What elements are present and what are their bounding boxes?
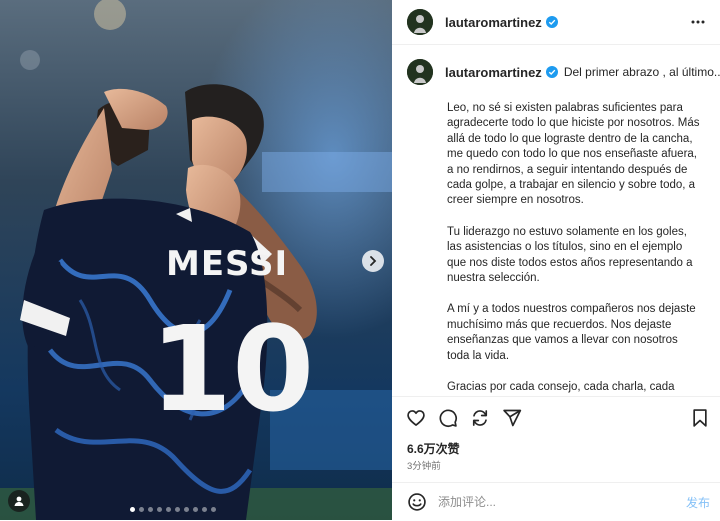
post-comment-button[interactable]: 发布 (686, 494, 710, 511)
verified-badge-icon (545, 16, 558, 28)
chevron-right-icon (370, 256, 377, 266)
carousel-dot[interactable] (166, 507, 171, 512)
carousel-dot[interactable] (184, 507, 189, 512)
comment-bar: 发布 (392, 482, 720, 521)
comment-icon (439, 409, 458, 428)
carousel-indicator (130, 507, 216, 512)
caption-paragraph: Tu liderazgo no estuvo solamente en los … (447, 225, 693, 285)
user-tag-icon (14, 496, 24, 506)
carousel-dot[interactable] (193, 507, 198, 512)
avatar-image (407, 59, 433, 85)
carousel-dot[interactable] (148, 507, 153, 512)
like-count[interactable]: 6.6万次赞 (407, 440, 460, 457)
caption-avatar[interactable] (407, 59, 433, 85)
carousel-dot[interactable] (211, 507, 216, 512)
caption-scroll-area[interactable]: lautaromartinez Del primer abrazo , al ú… (392, 44, 720, 396)
bookmark-icon (693, 409, 707, 427)
jersey-name: MESSI (166, 244, 288, 284)
carousel-dot[interactable] (139, 507, 144, 512)
comment-button[interactable] (438, 408, 458, 428)
carousel-dot[interactable] (202, 507, 207, 512)
carousel-dot[interactable] (130, 507, 135, 512)
emoji-button[interactable] (407, 492, 427, 512)
tagged-users-button[interactable] (8, 490, 30, 512)
caption-header: lautaromartinez Del primer abrazo , al ú… (392, 44, 720, 85)
post-time[interactable]: 3分钟前 (407, 458, 441, 472)
avatar-image (407, 9, 433, 35)
avatar[interactable] (407, 9, 433, 35)
caption-username[interactable]: lautaromartinez (445, 65, 542, 80)
post-photo[interactable]: MESSI 10 (0, 0, 392, 520)
caption-body: Leo, no sé si existen palabras suficient… (447, 101, 702, 396)
send-icon (503, 409, 522, 427)
carousel-dot[interactable] (157, 507, 162, 512)
send-button[interactable] (502, 408, 522, 428)
jersey-number: 10 (150, 300, 314, 438)
verified-badge-icon (545, 66, 558, 78)
heart-icon (407, 410, 425, 426)
caption-paragraph: Leo, no sé si existen palabras suficient… (447, 102, 700, 207)
more-options-button[interactable] (690, 14, 706, 35)
save-button[interactable] (690, 408, 710, 428)
carousel-dot[interactable] (175, 507, 180, 512)
caption-paragraph: A mí y a todos nuestros compañeros nos d… (447, 303, 696, 362)
caption-paragraph: Gracias por cada consejo, cada charla, c… (447, 381, 675, 394)
caption-first-line: Del primer abrazo , al último.. (563, 65, 720, 79)
repost-icon (472, 410, 488, 426)
post-header: lautaromartinez (392, 0, 720, 45)
comment-input[interactable] (438, 492, 658, 512)
more-horizontal-icon (691, 20, 705, 24)
like-button[interactable] (406, 408, 426, 428)
repost-button[interactable] (470, 408, 490, 428)
emoji-icon (408, 493, 426, 511)
photo-illustration: MESSI 10 (0, 0, 392, 520)
post-side-panel: lautaromartinez lautaromartinez Del prim… (392, 0, 720, 520)
next-photo-button[interactable] (362, 250, 384, 272)
header-username[interactable]: lautaromartinez (445, 15, 542, 30)
action-bar (392, 396, 720, 439)
